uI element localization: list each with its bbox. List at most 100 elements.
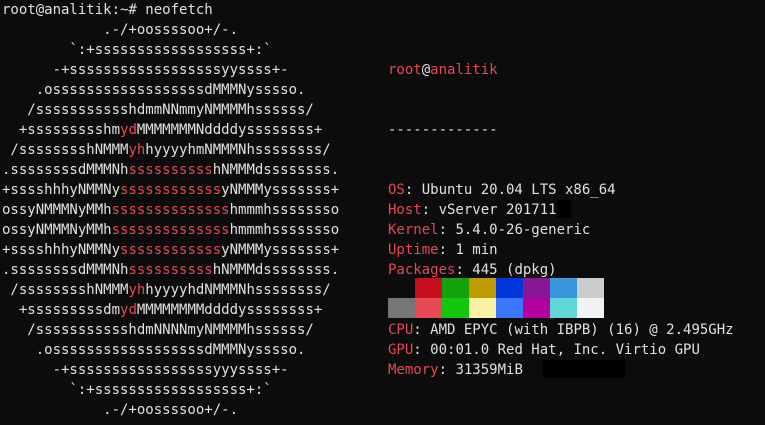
logo-segment: hyyyyhdNMMMNhssssssss/	[145, 282, 331, 298]
info-key: Kernel	[388, 222, 439, 238]
logo-segment: hNMMMdssssssss.	[212, 162, 340, 178]
logo-segment: ssssssssssssss	[111, 222, 230, 238]
logo-segment: hmmmhssssssso	[229, 202, 340, 218]
info-at: @	[421, 62, 431, 78]
color-swatch-bright	[388, 298, 415, 318]
color-swatch-normal	[496, 278, 523, 298]
info-key: Uptime	[388, 242, 439, 258]
info-key: OS	[388, 182, 405, 198]
logo-segment: .ssssssssdMMMNh	[2, 162, 129, 178]
info-value: Ubuntu 20.04 LTS x86_64	[421, 182, 616, 198]
color-swatch-normal	[415, 278, 442, 298]
info-value: vServer 201711	[438, 202, 557, 218]
info-separator: :	[438, 362, 456, 378]
system-info-panel: root@analitik ------------- OS: Ubuntu 2…	[388, 20, 734, 380]
info-key: Memory	[388, 362, 439, 378]
info-value: 445 (dpkg)	[472, 262, 557, 278]
info-separator: :	[421, 202, 439, 218]
terminal-window[interactable]: root@analitik:~# neofetch .-/+oossssoo+/…	[0, 0, 765, 425]
title-underline: -------------	[388, 122, 498, 138]
info-row-os: OS: Ubuntu 20.04 LTS x86_64	[388, 180, 734, 200]
info-host: analitik	[430, 62, 498, 78]
info-key: Packages	[388, 262, 456, 278]
shell-prompt: root@analitik:~#	[2, 2, 137, 18]
logo-segment: yd	[120, 302, 137, 318]
logo-segment: .ssssssssdMMMNh	[2, 262, 129, 278]
color-swatch-bright	[496, 298, 523, 318]
info-separator: :	[404, 182, 422, 198]
logo-segment: `:+ssssssssssssssssss+:`	[2, 382, 272, 398]
logo-segment: /ssssssssssshdmmNNmmyNMMMMhssssss/	[2, 102, 314, 118]
info-separator: :	[438, 222, 456, 238]
info-row-gpu: GPU: 00:01.0 Red Hat, Inc. Virtio GPU	[388, 340, 734, 360]
logo-segment: +sssshhhyNMMNy	[2, 242, 121, 258]
color-swatch-bright	[523, 298, 550, 318]
info-key: GPU	[388, 342, 414, 358]
info-key: Host	[388, 202, 422, 218]
info-separator: :	[455, 262, 473, 278]
logo-segment: MMMMMMMMddddyssssssss+	[136, 302, 323, 318]
logo-segment: .-/+oossssoo+/-.	[2, 22, 239, 38]
info-value: 00:01.0 Red Hat, Inc. Virtio GPU	[430, 342, 700, 358]
logo-segment: MMMMMMMNddddyssssssss+	[136, 122, 323, 138]
logo-segment: yh	[128, 282, 146, 298]
info-row-memory: Memory: 31359MiB	[388, 360, 734, 380]
color-swatch-bright	[442, 298, 469, 318]
color-swatch-bright	[469, 298, 496, 318]
info-separator: :	[438, 242, 456, 258]
info-value: 1 min	[455, 242, 498, 258]
logo-segment: hNMMMdssssssss.	[212, 262, 340, 278]
color-swatch-normal	[550, 278, 577, 298]
user-host-title: root@analitik	[388, 60, 734, 80]
logo-segment: ossyNMMMNyMMh	[2, 202, 112, 218]
logo-segment: yNMMMysssssss+	[221, 242, 340, 258]
color-swatch-normal	[523, 278, 550, 298]
info-row-host: Host: vServer 201711	[388, 200, 734, 220]
info-separator: :	[413, 322, 431, 338]
info-value: AMD EPYC (with IBPB) (16) @ 2.495GHz	[430, 322, 734, 338]
logo-segment: /sssssssshNMMM	[2, 282, 129, 298]
logo-segment: .ossssssssssssssssssdMMMNysssso.	[2, 342, 306, 358]
logo-segment: ssssssssssss	[120, 182, 222, 198]
ubuntu-ascii-logo: .-/+oossssoo+/-. `:+ssssssssssssssssss+:…	[2, 20, 339, 420]
logo-segment: ossyNMMMNyMMh	[2, 222, 112, 238]
info-user: root	[388, 62, 422, 78]
logo-segment: yh	[128, 142, 146, 158]
color-swatch-normal	[577, 278, 604, 298]
logo-segment: -+ssssssssssssssssssyyssss+-	[2, 62, 289, 78]
color-palette-normal	[388, 278, 604, 298]
info-row-uptime: Uptime: 1 min	[388, 240, 734, 260]
info-value: 5.4.0-26-generic	[455, 222, 591, 238]
command-text: neofetch	[145, 2, 213, 18]
logo-segment: ssssssssssssss	[111, 202, 230, 218]
color-swatch-bright	[415, 298, 442, 318]
color-swatch-normal	[388, 278, 415, 298]
logo-segment: .ossssssssssssssssssdMMMNysssso.	[2, 82, 306, 98]
logo-segment: hyyyyhmNMMMNhssssssss/	[145, 142, 331, 158]
logo-segment: yd	[120, 122, 137, 138]
info-separator: :	[413, 342, 431, 358]
logo-segment: +ssssssssshm	[2, 122, 121, 138]
info-row-packages: Packages: 445 (dpkg)	[388, 260, 734, 280]
command-line: root@analitik:~# neofetch	[2, 0, 213, 20]
logo-segment: /ssssssssssshdmNNNNmyNMMMMhssssss/	[2, 322, 314, 338]
logo-segment: hmmmhssssssso	[229, 222, 340, 238]
color-swatch-bright	[577, 298, 604, 318]
logo-segment: ssssssssss	[128, 162, 213, 178]
logo-segment: +sssssssssdm	[2, 302, 121, 318]
redacted-block	[542, 360, 625, 378]
logo-segment: ssssssssssss	[120, 242, 222, 258]
color-palette-bright	[388, 298, 604, 318]
info-key: CPU	[388, 322, 414, 338]
logo-segment: +sssshhhyNMMNy	[2, 182, 121, 198]
redacted-block	[556, 200, 571, 218]
color-swatch-normal	[442, 278, 469, 298]
logo-segment: .-/+oossssoo+/-.	[2, 402, 239, 418]
info-row-cpu: CPU: AMD EPYC (with IBPB) (16) @ 2.495GH…	[388, 320, 734, 340]
color-swatch-normal	[469, 278, 496, 298]
logo-segment: ssssssssss	[128, 262, 213, 278]
info-row-kernel: Kernel: 5.4.0-26-generic	[388, 220, 734, 240]
logo-segment: yNMMMysssssss+	[221, 182, 340, 198]
info-value: 31359MiB	[455, 362, 523, 378]
color-swatch-bright	[550, 298, 577, 318]
